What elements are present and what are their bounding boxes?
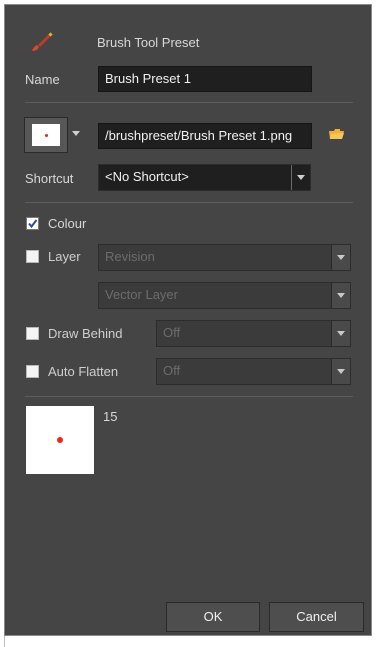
auto-flatten-label: Auto Flatten bbox=[48, 364, 119, 379]
divider bbox=[25, 102, 353, 103]
brush-preview-dot bbox=[57, 437, 63, 443]
layer-revision-select[interactable]: Revision bbox=[98, 244, 351, 271]
shortcut-select[interactable]: <No Shortcut> bbox=[98, 164, 311, 191]
divider bbox=[25, 202, 353, 203]
draw-behind-label: Draw Behind bbox=[48, 326, 123, 341]
draw-behind-select[interactable]: Off bbox=[156, 320, 351, 347]
draw-behind-value: Off bbox=[163, 325, 181, 340]
auto-flatten-checkbox[interactable] bbox=[26, 365, 39, 378]
colour-label: Colour bbox=[48, 216, 87, 231]
ok-button[interactable]: OK bbox=[166, 602, 260, 632]
layer-revision-value: Revision bbox=[105, 249, 155, 264]
auto-flatten-select[interactable]: Off bbox=[156, 358, 351, 385]
layer-label: Layer bbox=[48, 249, 81, 264]
brush-size-value: 15 bbox=[103, 409, 118, 424]
brush-thumbnail bbox=[32, 124, 60, 146]
shortcut-label: Shortcut bbox=[25, 171, 74, 186]
cancel-button[interactable]: Cancel bbox=[269, 602, 364, 632]
draw-behind-checkbox[interactable] bbox=[26, 327, 39, 340]
brush-preview bbox=[26, 406, 94, 474]
chevron-down-icon bbox=[331, 245, 350, 270]
brush-thumbnail-button[interactable] bbox=[24, 117, 68, 153]
divider bbox=[25, 396, 353, 397]
divider bbox=[4, 636, 5, 647]
chevron-down-icon[interactable] bbox=[72, 131, 80, 136]
preset-path-input[interactable]: /brushpreset/Brush Preset 1.png bbox=[98, 123, 312, 149]
brush-dot bbox=[45, 134, 48, 137]
chevron-down-icon bbox=[291, 165, 310, 190]
folder-icon[interactable] bbox=[328, 127, 345, 141]
layer-type-select[interactable]: Vector Layer bbox=[98, 282, 351, 309]
chevron-down-icon bbox=[331, 359, 350, 384]
brush-tool-preset-dialog: Brush Tool Preset Name Brush Preset 1 /b… bbox=[4, 4, 372, 636]
name-label: Name bbox=[25, 72, 60, 87]
layer-checkbox[interactable] bbox=[26, 250, 39, 263]
auto-flatten-value: Off bbox=[163, 363, 181, 378]
colour-checkbox[interactable] bbox=[26, 217, 39, 230]
brush-tool-icon bbox=[32, 32, 53, 51]
dialog-title: Brush Tool Preset bbox=[97, 35, 200, 50]
chevron-down-icon bbox=[331, 283, 350, 308]
shortcut-value: <No Shortcut> bbox=[105, 169, 189, 184]
chevron-down-icon bbox=[331, 321, 350, 346]
check-icon bbox=[28, 219, 38, 229]
name-input[interactable]: Brush Preset 1 bbox=[98, 66, 312, 92]
layer-type-value: Vector Layer bbox=[105, 287, 178, 302]
